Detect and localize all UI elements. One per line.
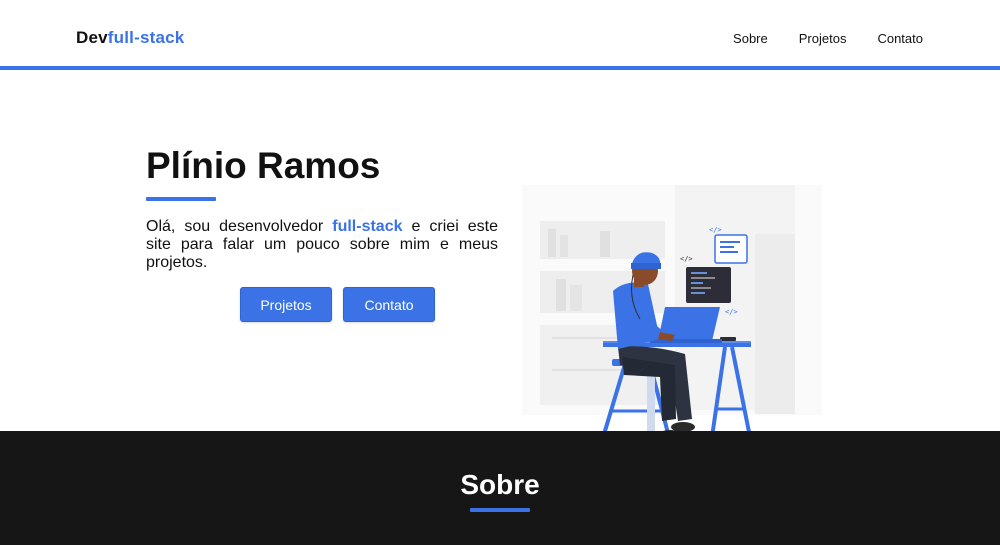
svg-text:</>: </> [709, 226, 722, 234]
about-section: Sobre [0, 431, 1000, 545]
top-navbar: Devfull-stack Sobre Projetos Contato [0, 0, 1000, 70]
hero-title: Plínio Ramos [146, 145, 381, 186]
logo-prefix: Dev [76, 28, 108, 47]
nav-link-sobre[interactable]: Sobre [733, 31, 768, 46]
developer-at-desk-illustration: </> </> </> [522, 185, 822, 450]
hero-intro: Olá, sou desenvolvedor full-stack e crie… [146, 218, 498, 272]
logo[interactable]: Devfull-stack [76, 28, 184, 48]
about-underline [470, 508, 530, 512]
intro-highlight: full-stack [332, 218, 403, 235]
logo-accent: full-stack [107, 28, 185, 47]
hero-text: Plínio Ramos Olá, sou desenvolvedor full… [146, 147, 498, 272]
about-title: Sobre [460, 469, 540, 500]
title-underline [146, 197, 216, 201]
hero-buttons: Projetos Contato [240, 287, 435, 322]
intro-text-start: Olá, sou desenvolvedor [146, 218, 333, 235]
hero-section: Plínio Ramos Olá, sou desenvolvedor full… [0, 74, 1000, 450]
main-nav: Sobre Projetos Contato [733, 31, 923, 46]
projects-button[interactable]: Projetos [240, 287, 332, 322]
nav-link-contato[interactable]: Contato [877, 31, 923, 46]
svg-text:</>: </> [680, 255, 693, 263]
svg-text:</>: </> [725, 308, 738, 316]
nav-link-projetos[interactable]: Projetos [799, 31, 847, 46]
contact-button[interactable]: Contato [343, 287, 435, 322]
